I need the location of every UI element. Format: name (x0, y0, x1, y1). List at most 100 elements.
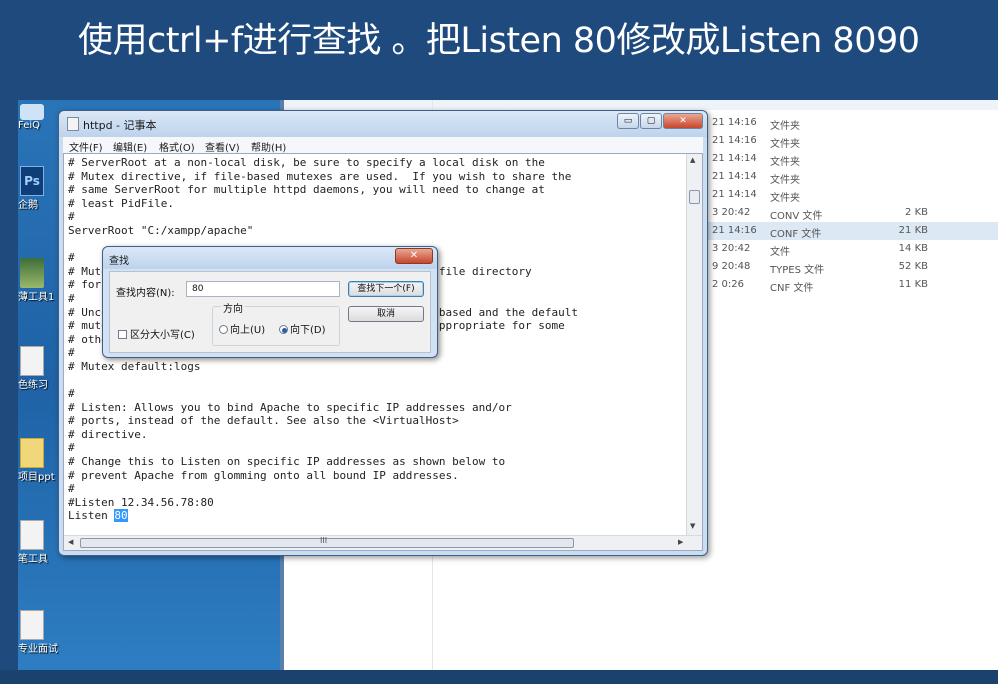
find-dialog[interactable]: 查找 ✕ 查找内容(N): 80 查找下一个(F) 取消 方向 向上(U) 向下… (102, 246, 438, 358)
file-type: CONV 文件 (770, 211, 823, 222)
file-row[interactable]: 9 20:48 TYPES 文件 52 KB (704, 258, 998, 276)
file-row-selected[interactable]: 21 14:16 CONF 文件 21 KB (704, 222, 998, 240)
notepad-menubar: 文件(F) 编辑(E) 格式(O) 查看(V) 帮助(H) (63, 137, 703, 154)
text-line: # (68, 441, 75, 455)
close-button[interactable]: ✕ (663, 113, 703, 129)
radio-selected-icon (279, 325, 288, 334)
scroll-up-icon[interactable]: ▲ (690, 156, 695, 164)
file-row[interactable]: 21 14:16 文件夹 (704, 114, 998, 132)
slide-footer-bar (0, 670, 998, 684)
file-size: 21 KB (898, 225, 928, 236)
menu-view[interactable]: 查看(V) (205, 139, 240, 154)
match-case-label: 区分大小写(C) (130, 330, 195, 341)
listen-prefix: Listen (68, 509, 115, 523)
file-size: 14 KB (898, 243, 928, 254)
menu-format[interactable]: 格式(O) (159, 139, 195, 154)
file-modified: 3 20:42 (712, 243, 751, 254)
explorer-toolbar (284, 100, 998, 110)
file-size: 11 KB (898, 279, 928, 290)
scroll-left-icon[interactable]: ◀ (68, 538, 73, 546)
text-line: # least PidFile. (68, 196, 174, 210)
watermark-brand: Bai经验 (768, 596, 877, 631)
scroll-right-icon[interactable]: ▶ (678, 538, 683, 546)
file-modified: 2 0:26 (712, 279, 744, 290)
find-dialog-body: 查找内容(N): 80 查找下一个(F) 取消 方向 向上(U) 向下(D) 区… (109, 271, 431, 353)
baidu-watermark: Bai经验 jingyan.baidu.com (768, 588, 879, 650)
text-line: # ServerRoot at a non-local disk, be sur… (68, 156, 545, 169)
text-line: # Listen: Allows you to bind Apache to s… (68, 400, 512, 414)
menu-file[interactable]: 文件(F) (69, 139, 103, 154)
document-icon (20, 520, 44, 550)
file-row[interactable]: 2 0:26 CNF 文件 11 KB (704, 276, 998, 294)
file-modified: 21 14:14 (712, 189, 757, 200)
text-line: # Mutex directive, if file-based mutexes… (68, 169, 572, 183)
direction-down-radio[interactable]: 向下(D) (279, 321, 326, 336)
file-type: TYPES 文件 (770, 265, 825, 276)
text-line: # (68, 387, 75, 401)
file-modified: 21 14:16 (712, 225, 757, 236)
notepad-title: httpd - 记事本 (83, 119, 157, 132)
file-modified: 3 20:42 (712, 207, 751, 218)
direction-up-label: 向上(U) (230, 325, 266, 336)
cancel-button[interactable]: 取消 (348, 306, 424, 322)
file-size: 2 KB (905, 207, 928, 218)
file-type: 文件夹 (770, 121, 800, 132)
text-line: # prevent Apache from glomming onto all … (68, 468, 459, 482)
match-case-checkbox[interactable]: 区分大小写(C) (118, 326, 195, 341)
file-modified: 21 14:16 (712, 117, 757, 128)
text-line: ServerRoot "C:/xampp/apache" (68, 223, 254, 237)
file-row[interactable]: 21 14:14 文件夹 (704, 150, 998, 168)
search-match-highlight[interactable]: 80 (114, 509, 128, 523)
text-line: # (68, 210, 75, 224)
text-line: # ports, instead of the default. See als… (68, 414, 459, 428)
photoshop-icon: Ps (20, 166, 44, 196)
find-next-button[interactable]: 查找下一个(F) (348, 281, 424, 297)
maximize-button[interactable]: ▢ (640, 113, 662, 129)
file-size: 52 KB (898, 261, 928, 272)
file-type: 文件夹 (770, 193, 800, 204)
file-row[interactable]: 21 14:16 文件夹 (704, 132, 998, 150)
minimize-button[interactable]: ▭ (617, 113, 639, 129)
menu-edit[interactable]: 编辑(E) (113, 139, 147, 154)
notepad-icon (67, 117, 79, 131)
file-modified: 9 20:48 (712, 261, 751, 272)
notepad-titlebar[interactable]: httpd - 记事本 ▭ ▢ ✕ (59, 111, 707, 137)
desktop-icon-interview[interactable]: 专业面试 (18, 610, 78, 655)
file-type: CNF 文件 (770, 283, 814, 294)
document-icon (20, 610, 44, 640)
file-modified: 21 14:14 (712, 153, 757, 164)
scroll-grip: III (320, 536, 328, 545)
text-line: # same ServerRoot for multiple httpd dae… (68, 183, 545, 197)
screenshot: FeiQ Ps 企鹅 薄工具1 色练习 项目ppt 笔工具 专业面试 21 14… (18, 100, 998, 670)
slide-title: 使用ctrl+f进行查找 。把Listen 80修改成Listen 8090 (78, 21, 920, 61)
vertical-scroll-thumb[interactable] (689, 190, 700, 204)
vertical-scrollbar[interactable]: ▲ ▼ (686, 154, 702, 536)
find-dialog-titlebar[interactable]: 查找 ✕ (103, 247, 437, 269)
direction-group: 方向 向上(U) 向下(D) (212, 300, 340, 346)
direction-down-label: 向下(D) (290, 325, 326, 336)
feiq-icon (20, 104, 44, 120)
menu-help[interactable]: 帮助(H) (251, 139, 286, 154)
find-dialog-close-button[interactable]: ✕ (395, 248, 433, 264)
file-row[interactable]: 3 20:42 文件 14 KB (704, 240, 998, 258)
text-line: # Change this to Listen on specific IP a… (68, 455, 506, 469)
file-row[interactable]: 21 14:14 文件夹 (704, 168, 998, 186)
text-line: #Listen 12.34.56.78:80 (68, 495, 214, 509)
watermark-url: jingyan.baidu.com (768, 636, 879, 650)
folder-icon (20, 438, 44, 468)
direction-up-radio[interactable]: 向上(U) (219, 321, 265, 336)
find-what-input[interactable]: 80 (186, 281, 340, 297)
file-type: 文件夹 (770, 157, 800, 168)
text-line (68, 374, 686, 388)
find-what-label: 查找内容(N): (116, 288, 175, 299)
file-row[interactable]: 3 20:42 CONV 文件 2 KB (704, 204, 998, 222)
text-line: # (68, 482, 75, 496)
file-type: 文件 (770, 247, 790, 258)
find-dialog-title: 查找 (109, 256, 129, 267)
scroll-down-icon[interactable]: ▼ (690, 522, 695, 530)
file-modified: 21 14:14 (712, 171, 757, 182)
text-line-listen: Listen 80 (68, 509, 686, 523)
horizontal-scrollbar[interactable]: ◀ III ▶ (64, 535, 702, 550)
text-line: # Mutex default:logs (68, 359, 201, 373)
file-row[interactable]: 21 14:14 文件夹 (704, 186, 998, 204)
